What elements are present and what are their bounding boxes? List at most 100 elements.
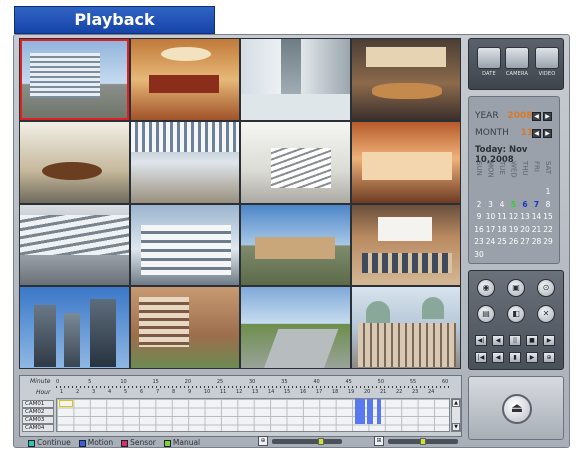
minute-label: Minute [30,378,51,385]
calendar-day[interactable]: 19 [509,225,519,234]
print-icon: ▤ [482,309,490,318]
camera-view-15[interactable] [241,287,350,368]
calendar-day[interactable]: 21 [532,225,542,234]
calendar-day[interactable]: 29 [543,237,553,246]
calendar-day[interactable]: 23 [474,237,484,246]
camera-row-cam03[interactable]: CAM03 [22,416,54,424]
play-button[interactable]: ▶ [543,335,555,346]
camera-row-cam01[interactable]: CAM01 [22,400,54,408]
scroll-up-button[interactable]: ▲ [452,399,460,407]
year-next-button[interactable]: ▶ [543,112,552,121]
print-button[interactable]: ▤ [477,305,495,323]
camera-view-1[interactable] [20,39,129,120]
zoom-in-icon[interactable]: ⊕ [258,436,268,446]
camera-view-6[interactable] [130,121,239,203]
scroll-down-button[interactable]: ▼ [452,423,460,431]
legend-swatch [163,439,171,447]
camera-view-4[interactable] [351,39,460,120]
camera-view-5[interactable] [20,121,129,203]
zoom-button[interactable]: ⊕ [543,352,555,363]
pause-button[interactable]: || [509,335,521,346]
calendar-day[interactable]: 3 [486,200,496,209]
calendar-day[interactable]: 16 [474,225,484,234]
timeline-scrollbar[interactable]: ▲ ▼ [451,398,461,432]
search-button[interactable]: ⊙ [537,279,555,297]
hour-tick: 23 [412,389,419,395]
stop-button[interactable]: ■ [526,335,538,346]
calendar-day[interactable]: 11 [497,212,507,221]
calendar-day[interactable]: 25 [497,237,507,246]
prev-frame-button[interactable]: ◀ [492,352,504,363]
calendar-day[interactable]: 27 [520,237,530,246]
calendar-day[interactable]: 10 [486,212,496,221]
speed-icon[interactable]: ⊞ [374,436,384,446]
camera-view-16[interactable] [351,287,460,368]
hour-tick: 13 [252,389,259,395]
calendar-day[interactable]: 7 [532,200,542,209]
calendar-day[interactable]: 9 [474,212,484,221]
calendar-day[interactable]: 24 [486,237,496,246]
hour-tick: 24 [428,389,435,395]
snapshot-button[interactable]: ◉ [477,279,495,297]
backup-button[interactable]: ◧ [507,305,525,323]
timeline-cursor[interactable] [59,400,73,407]
calendar-day[interactable]: 8 [543,200,553,209]
calendar-day[interactable]: 20 [520,225,530,234]
month-prev-button[interactable]: ◀ [532,129,541,138]
year-label: YEAR [475,111,499,121]
camera-view-13[interactable] [20,287,129,368]
rewind-button[interactable]: ◀| [475,335,487,346]
calendar-day[interactable]: 13 [520,212,530,221]
weekday-sun: SUN [475,161,483,176]
camera-view-9[interactable] [20,204,129,286]
calendar-day[interactable]: 1 [543,187,553,196]
year-value: 2008 [507,111,533,121]
camera-view-10[interactable] [130,204,239,286]
camera-row-cam02[interactable]: CAM02 [22,408,54,416]
camera-view-14[interactable] [130,287,239,368]
calendar-day[interactable]: 22 [543,225,553,234]
exit-button[interactable]: ⏏ [502,394,532,424]
calendar-day[interactable]: 17 [486,225,496,234]
first-frame-button[interactable]: |◀ [475,352,487,363]
camera-row-cam04[interactable]: CAM04 [22,424,54,432]
weekday-sat: SAT [544,161,552,175]
camera-view-2[interactable] [130,39,239,120]
step-button[interactable]: ▮ [509,352,521,363]
calendar-day[interactable]: 26 [509,237,519,246]
timeline-zoom-slider[interactable] [272,438,342,445]
camera-view-11[interactable] [241,204,350,286]
next-frame-button[interactable]: ▶ [526,352,538,363]
date-tool-button[interactable]: DATE [477,47,501,83]
slider-knob[interactable] [318,438,325,445]
reverse-play-button[interactable]: ◀ [492,335,504,346]
delete-icon: ✕ [542,309,550,318]
legend-swatch [78,439,86,447]
calendar-day[interactable]: 28 [532,237,542,246]
calendar-day[interactable]: 6 [520,200,530,209]
calendar-day[interactable]: 15 [543,212,553,221]
video-tool-button[interactable]: VIDEO [535,47,559,83]
calendar-day[interactable]: 30 [474,250,484,259]
year-prev-button[interactable]: ◀ [532,112,541,121]
playback-speed-slider[interactable] [388,438,458,445]
save-button[interactable]: ▣ [507,279,525,297]
camera-view-7[interactable] [241,121,350,203]
camera-view-3[interactable] [241,39,350,120]
calendar-day[interactable]: 5 [509,200,519,209]
calendar-day[interactable]: 4 [497,200,507,209]
calendar-day[interactable]: 14 [532,212,542,221]
month-next-button[interactable]: ▶ [543,129,552,138]
camera-tool-button[interactable]: CAMERA [505,47,529,83]
camera-view-8[interactable] [351,121,460,203]
calendar-day[interactable]: 2 [474,200,484,209]
camera-view-12[interactable] [351,204,460,286]
time-ruler[interactable]: 0 5 10 15 20 25 30 35 40 45 50 55 60 1 2 3 4 5 6 7 8 9 10 11 12 1… [56,379,450,395]
calendar-day[interactable]: 12 [509,212,519,221]
slider-knob[interactable] [420,438,426,445]
hour-tick: 7 [156,389,160,395]
delete-button[interactable]: ✕ [537,305,555,323]
calendar-day[interactable]: 18 [497,225,507,234]
recording-timeline-grid[interactable] [56,398,450,432]
legend-swatch [28,439,35,447]
